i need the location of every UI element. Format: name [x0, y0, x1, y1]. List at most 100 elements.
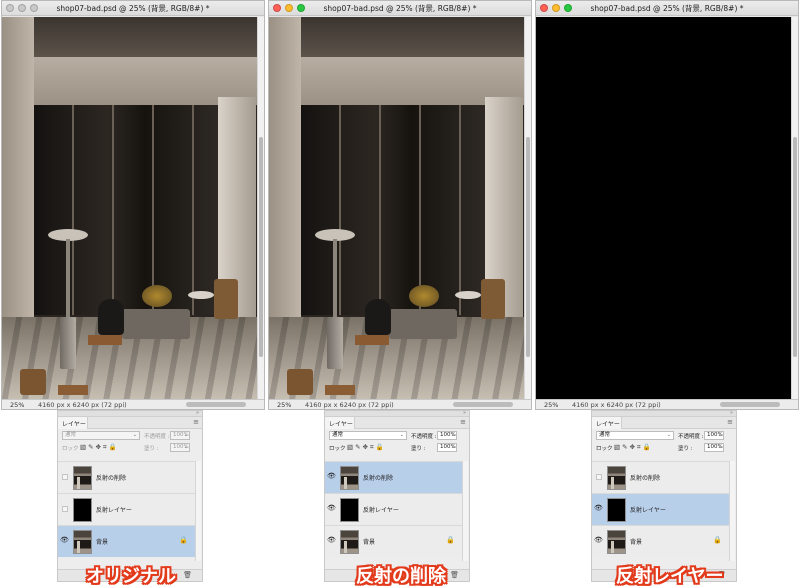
zoom-level[interactable]: 25%: [544, 401, 558, 409]
layer-thumbnail: [340, 498, 359, 522]
layer-row[interactable]: 👁 反射レイヤー: [325, 493, 463, 525]
collapse-icon[interactable]: »: [196, 410, 199, 416]
scrollbar-thumb[interactable]: [793, 137, 797, 357]
layer-row[interactable]: 👁 背景 🔒: [325, 525, 463, 557]
visibility-toggle[interactable]: [596, 474, 602, 480]
lock-row: ロック : ▧✎✥⌗🔒 塗り : 100% ⌄: [325, 441, 469, 453]
layer-thumbnail: [340, 530, 359, 554]
tab-layers[interactable]: レイヤー: [592, 417, 622, 429]
layer-thumbnail: [73, 498, 92, 522]
lock-icon[interactable]: 🔒: [713, 536, 722, 544]
window-title: shop07-bad.psd @ 25% (背景, RGB/8#) *: [56, 4, 210, 13]
document-dimensions: 4160 px x 6240 px (72 ppi): [38, 401, 127, 409]
lock-icon[interactable]: 🔒: [446, 536, 455, 544]
layer-row[interactable]: 👁 背景 🔒: [58, 525, 196, 557]
lock-options-icons[interactable]: ▧✎✥⌗🔒: [347, 443, 386, 452]
visibility-toggle[interactable]: [62, 506, 68, 512]
layers-list: 反射の削除 👁 反射レイヤー 👁 背景 🔒: [592, 461, 730, 557]
horizontal-scrollbar-thumb[interactable]: [453, 402, 513, 407]
vertical-scrollbar[interactable]: [257, 17, 264, 401]
document-dimensions: 4160 px x 6240 px (72 ppi): [572, 401, 661, 409]
caption-removed: 反射の削除: [356, 566, 446, 587]
eye-icon[interactable]: 👁: [327, 472, 336, 481]
cafe-photo: [269, 17, 525, 401]
layer-row[interactable]: 👁 反射の削除: [325, 461, 463, 493]
panel-menu-icon[interactable]: ≡: [193, 418, 199, 426]
blend-row: 通常 ⌄ 不透明度 : 100% ⌄: [592, 429, 736, 441]
blend-mode-select[interactable]: 通常 ⌄: [62, 431, 140, 440]
document-window-removed[interactable]: shop07-bad.psd @ 25% (背景, RGB/8#) * 25% …: [268, 0, 532, 410]
layers-scrollbar[interactable]: [195, 461, 201, 561]
lock-options-icons[interactable]: ▧✎✥⌗🔒: [80, 443, 119, 452]
opacity-field[interactable]: 100% ⌄: [704, 431, 724, 440]
layers-scrollbar[interactable]: [462, 461, 468, 561]
collapse-icon[interactable]: »: [730, 410, 733, 416]
status-bar: 25% 4160 px x 6240 px (72 ppi): [269, 399, 531, 409]
eye-icon[interactable]: 👁: [327, 536, 336, 545]
blend-mode-select[interactable]: 通常 ⌄: [596, 431, 674, 440]
document-canvas[interactable]: [2, 17, 258, 401]
document-dimensions: 4160 px x 6240 px (72 ppi): [305, 401, 394, 409]
zoom-level[interactable]: 25%: [277, 401, 291, 409]
vertical-scrollbar[interactable]: [524, 17, 531, 401]
document-window-reflection[interactable]: shop07-bad.psd @ 25% (背景, RGB/8#) * 25% …: [535, 0, 799, 410]
document-window-original[interactable]: shop07-bad.psd @ 25% (背景, RGB/8#) * 25% …: [1, 0, 265, 410]
fill-label: 塗り :: [411, 446, 426, 452]
fill-field[interactable]: 100% ⌄: [437, 443, 457, 452]
layer-row[interactable]: 👁 反射レイヤー: [592, 493, 730, 525]
blend-mode-value: 通常: [332, 432, 344, 438]
panel-menu-icon[interactable]: ≡: [727, 418, 733, 426]
layer-row[interactable]: 反射の削除: [58, 461, 196, 493]
fill-field[interactable]: 100% ⌄: [704, 443, 724, 452]
panel-menu-icon[interactable]: ≡: [460, 418, 466, 426]
layers-panel-reflection: » レイヤー ≡ 通常 ⌄ 不透明度 : 100% ⌄ ロック : ▧✎✥⌗🔒 塗り…: [591, 410, 737, 582]
layers-panel-removed: » レイヤー ≡ 通常 ⌄ 不透明度 : 100% ⌄ ロック : ▧✎✥⌗🔒 塗り…: [324, 410, 470, 582]
lock-icon[interactable]: 🔒: [179, 536, 188, 544]
zoom-level[interactable]: 25%: [10, 401, 24, 409]
layer-name: 背景: [363, 539, 376, 546]
layer-row[interactable]: 反射レイヤー: [58, 493, 196, 525]
chevron-down-icon: ⌄: [183, 444, 188, 450]
layer-name: 反射レイヤー: [630, 507, 666, 514]
lock-options-icons[interactable]: ▧✎✥⌗🔒: [614, 443, 653, 452]
document-canvas[interactable]: [269, 17, 525, 401]
window-titlebar[interactable]: shop07-bad.psd @ 25% (背景, RGB/8#) *: [2, 1, 264, 16]
opacity-field[interactable]: 100% ⌄: [437, 431, 457, 440]
blend-mode-select[interactable]: 通常 ⌄: [329, 431, 407, 440]
layer-thumbnail: [340, 466, 359, 490]
visibility-toggle[interactable]: [62, 474, 68, 480]
eye-icon[interactable]: 👁: [594, 504, 603, 513]
layers-scrollbar[interactable]: [729, 461, 735, 561]
screenshot-stage: shop07-bad.psd @ 25% (背景, RGB/8#) * 25% …: [0, 0, 800, 588]
layer-name: 背景: [630, 539, 643, 546]
vertical-scrollbar[interactable]: [791, 17, 798, 401]
lock-row: ロック : ▧✎✥⌗🔒 塗り : 100% ⌄: [592, 441, 736, 453]
trash-icon[interactable]: 🗑: [183, 571, 192, 579]
document-canvas[interactable]: [536, 17, 792, 401]
layer-name: 反射レイヤー: [96, 507, 132, 514]
eye-icon[interactable]: 👁: [60, 536, 69, 545]
scrollbar-thumb[interactable]: [526, 137, 530, 357]
caption-reflection: 反射レイヤー: [616, 566, 724, 587]
chevron-down-icon: ⌄: [183, 432, 188, 438]
window-titlebar[interactable]: shop07-bad.psd @ 25% (背景, RGB/8#) *: [269, 1, 531, 16]
opacity-label: 不透明度 :: [678, 434, 704, 440]
horizontal-scrollbar-thumb[interactable]: [186, 402, 246, 407]
opacity-label: 不透明度 :: [411, 434, 437, 440]
trash-icon[interactable]: 🗑: [450, 571, 459, 579]
layer-row[interactable]: 👁 背景 🔒: [592, 525, 730, 557]
layer-row[interactable]: 反射の削除: [592, 461, 730, 493]
eye-icon[interactable]: 👁: [594, 536, 603, 545]
window-title: shop07-bad.psd @ 25% (背景, RGB/8#) *: [323, 4, 477, 13]
window-titlebar[interactable]: shop07-bad.psd @ 25% (背景, RGB/8#) *: [536, 1, 798, 16]
opacity-label: 不透明度 :: [144, 434, 170, 440]
tab-layers[interactable]: レイヤー: [325, 417, 355, 429]
eye-icon[interactable]: 👁: [327, 504, 336, 513]
fill-field[interactable]: 100% ⌄: [170, 443, 190, 452]
opacity-field[interactable]: 100% ⌄: [170, 431, 190, 440]
layer-name: 反射の削除: [96, 475, 127, 482]
horizontal-scrollbar-thumb[interactable]: [720, 402, 780, 407]
tab-layers[interactable]: レイヤー: [58, 417, 88, 429]
scrollbar-thumb[interactable]: [259, 137, 263, 357]
collapse-icon[interactable]: »: [463, 410, 466, 416]
